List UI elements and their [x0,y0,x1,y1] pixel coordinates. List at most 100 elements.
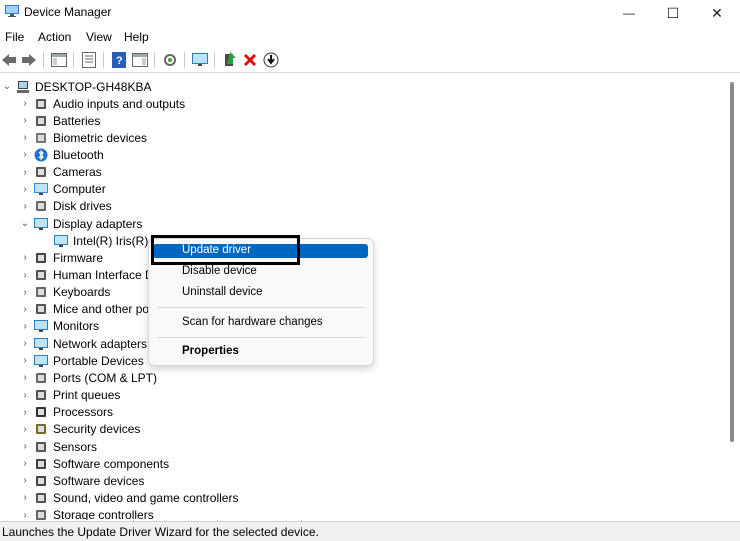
update-driver-icon[interactable] [221,51,239,69]
menu-help[interactable]: Help [124,30,149,44]
show-hide-console-tree-icon[interactable] [50,51,68,69]
tree-category-firmware[interactable]: › Firmware [18,249,103,266]
highlight-annotation-box [151,235,300,265]
chevron-right-icon[interactable]: › [18,301,32,318]
scan-hardware-icon[interactable] [161,51,179,69]
monitor-icon[interactable] [191,51,209,69]
display-adapter-icon [34,217,48,231]
tree-category-bluetooth[interactable]: › Bluetooth [18,146,103,163]
tree-category-keyboards[interactable]: › Keyboards [18,284,110,301]
chevron-right-icon[interactable]: › [18,129,32,146]
menu-view[interactable]: View [86,30,112,44]
chevron-right-icon[interactable]: › [18,421,32,438]
tree-category-disk-drives[interactable]: › Disk drives [18,198,111,215]
tree-category-sound-video-and-game-controllers[interactable]: › Sound, video and game controllers [18,489,238,506]
chevron-right-icon[interactable]: › [18,472,32,489]
tree-category-software-devices[interactable]: › Software devices [18,472,144,489]
computer-icon [34,182,48,196]
chevron-right-icon[interactable]: › [18,335,32,352]
chevron-right-icon[interactable]: › [18,146,32,163]
tree-category-portable-devices[interactable]: › Portable Devices [18,352,143,369]
tree-category-storage-controllers[interactable]: › Storage controllers [18,507,154,520]
chevron-right-icon[interactable]: › [18,352,32,369]
download-icon[interactable] [262,51,280,69]
menu-file[interactable]: File [5,30,24,44]
tree-device-intel-iris[interactable]: Intel(R) Iris(R) X [52,232,160,249]
chevron-right-icon[interactable]: › [18,318,32,335]
chevron-down-icon[interactable]: ⌄ [18,215,32,232]
storage-controller-icon [34,508,48,520]
tree-category-label: Audio inputs and outputs [53,96,186,111]
chevron-down-icon[interactable]: ⌄ [0,78,14,95]
tree-category-audio-inputs-and-outputs[interactable]: › Audio inputs and outputs [18,95,185,112]
tree-category-human-interface-d[interactable]: › Human Interface D [18,267,153,284]
properties-menu-item[interactable]: Properties [182,345,239,357]
tree-category-processors[interactable]: › Processors [18,404,113,421]
uninstall-device-menu-item[interactable]: Uninstall device [182,286,263,298]
scan-hardware-menu-item[interactable]: Scan for hardware changes [182,316,323,328]
hid-icon [34,268,48,282]
bluetooth-icon [34,148,48,162]
back-arrow-icon[interactable] [0,51,18,69]
minimize-icon: — [623,6,635,20]
tree-category-label: Software components [53,456,170,471]
minimize-button[interactable]: — [606,0,652,26]
tree-category-cameras[interactable]: › Cameras [18,164,101,181]
chevron-right-icon[interactable]: › [18,369,32,386]
tree-category-network-adapters[interactable]: › Network adapters [18,335,147,352]
tree-category-mice-and-other-po[interactable]: › Mice and other po [18,301,149,318]
tree-category-label: Processors [53,405,114,420]
tree-category-label: Sensors [53,439,98,454]
chevron-right-icon[interactable]: › [18,455,32,472]
chevron-right-icon[interactable]: › [18,438,32,455]
chevron-right-icon[interactable]: › [18,198,32,215]
help-icon[interactable]: ? [110,51,128,69]
tree-category-display-adapters[interactable]: ⌄ Display adapters [18,215,143,232]
chevron-right-icon[interactable]: › [18,249,32,266]
chevron-right-icon[interactable]: › [18,95,32,112]
tree-category-label: Monitors [53,319,100,334]
maximize-button[interactable]: ☐ [650,0,696,26]
tree-category-label: Keyboards [53,285,111,300]
scroll-thumb[interactable] [730,82,734,442]
uninstall-icon[interactable] [241,51,259,69]
chevron-right-icon[interactable]: › [18,112,32,129]
chevron-right-icon[interactable]: › [18,267,32,284]
sensor-icon [34,440,48,454]
svg-text:?: ? [116,55,123,67]
forward-arrow-icon[interactable] [20,51,38,69]
tree-category-batteries[interactable]: › Batteries [18,112,100,129]
status-bar: Launches the Update Driver Wizard for th… [0,521,740,541]
chevron-right-icon[interactable]: › [18,489,32,506]
chevron-right-icon[interactable]: › [18,164,32,181]
chevron-right-icon[interactable]: › [18,284,32,301]
keyboard-icon [34,285,48,299]
tree-category-print-queues[interactable]: › Print queues [18,387,120,404]
monitor-icon [34,319,48,333]
tree-root[interactable]: ⌄ DESKTOP-GH48KBA [0,78,152,95]
disk-drive-icon [34,199,48,213]
tree-category-label: Display adapters [53,216,143,231]
tree-category-ports-com-lpt[interactable]: › Ports (COM & LPT) [18,369,157,386]
chevron-right-icon[interactable]: › [18,404,32,421]
properties-icon[interactable] [80,51,98,69]
chevron-right-icon[interactable]: › [18,507,32,520]
close-button[interactable]: ✕ [694,0,740,26]
chevron-right-icon[interactable]: › [18,387,32,404]
vertical-scrollbar[interactable] [725,76,739,520]
tree-category-security-devices[interactable]: › Security devices [18,421,140,438]
software-device-icon [34,474,48,488]
action-pane-icon[interactable] [131,51,149,69]
computer-icon [16,80,30,94]
battery-icon [34,114,48,128]
menu-action[interactable]: Action [38,30,71,44]
camera-icon [34,165,48,179]
processor-icon [34,405,48,419]
chevron-right-icon[interactable]: › [18,181,32,198]
disable-device-menu-item[interactable]: Disable device [182,265,257,277]
tree-category-biometric-devices[interactable]: › Biometric devices [18,129,147,146]
tree-category-software-components[interactable]: › Software components [18,455,169,472]
tree-category-monitors[interactable]: › Monitors [18,318,99,335]
tree-category-sensors[interactable]: › Sensors [18,438,97,455]
tree-category-computer[interactable]: › Computer [18,181,105,198]
